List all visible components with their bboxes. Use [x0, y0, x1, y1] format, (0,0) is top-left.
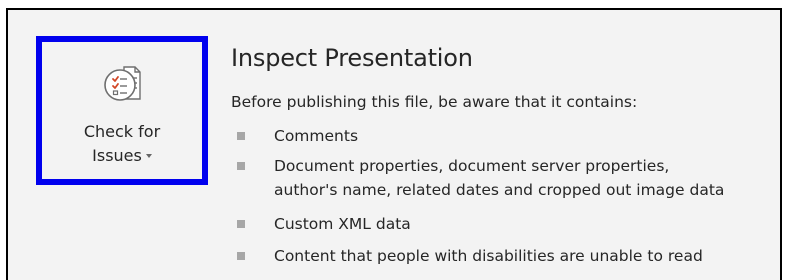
- check-for-issues-label-line1: Check for: [83, 122, 161, 141]
- bullet-icon: [237, 132, 245, 140]
- document-checklist-icon: [104, 66, 141, 101]
- list-item-text: Content that people with disabilities ar…: [274, 247, 703, 265]
- list-item-text: Comments: [274, 127, 359, 145]
- bullet-icon: [237, 252, 245, 260]
- list-item-text: Custom XML data: [274, 215, 411, 233]
- check-for-issues-label-line2: Issues: [42, 146, 202, 166]
- list-item-text: author's name, related dates and cropped…: [274, 181, 725, 199]
- bullet-icon: [237, 220, 245, 228]
- check-for-issues-button[interactable]: Check for Issues: [36, 36, 208, 185]
- bullet-icon: [237, 162, 245, 170]
- check-for-issues-label-text: Issues: [92, 146, 142, 165]
- inspect-presentation-subtitle: Before publishing this file, be aware th…: [231, 93, 638, 111]
- list-item-text: Document properties, document server pro…: [274, 157, 670, 175]
- dropdown-caret-icon: [145, 153, 152, 158]
- inspect-presentation-title: Inspect Presentation: [231, 44, 473, 72]
